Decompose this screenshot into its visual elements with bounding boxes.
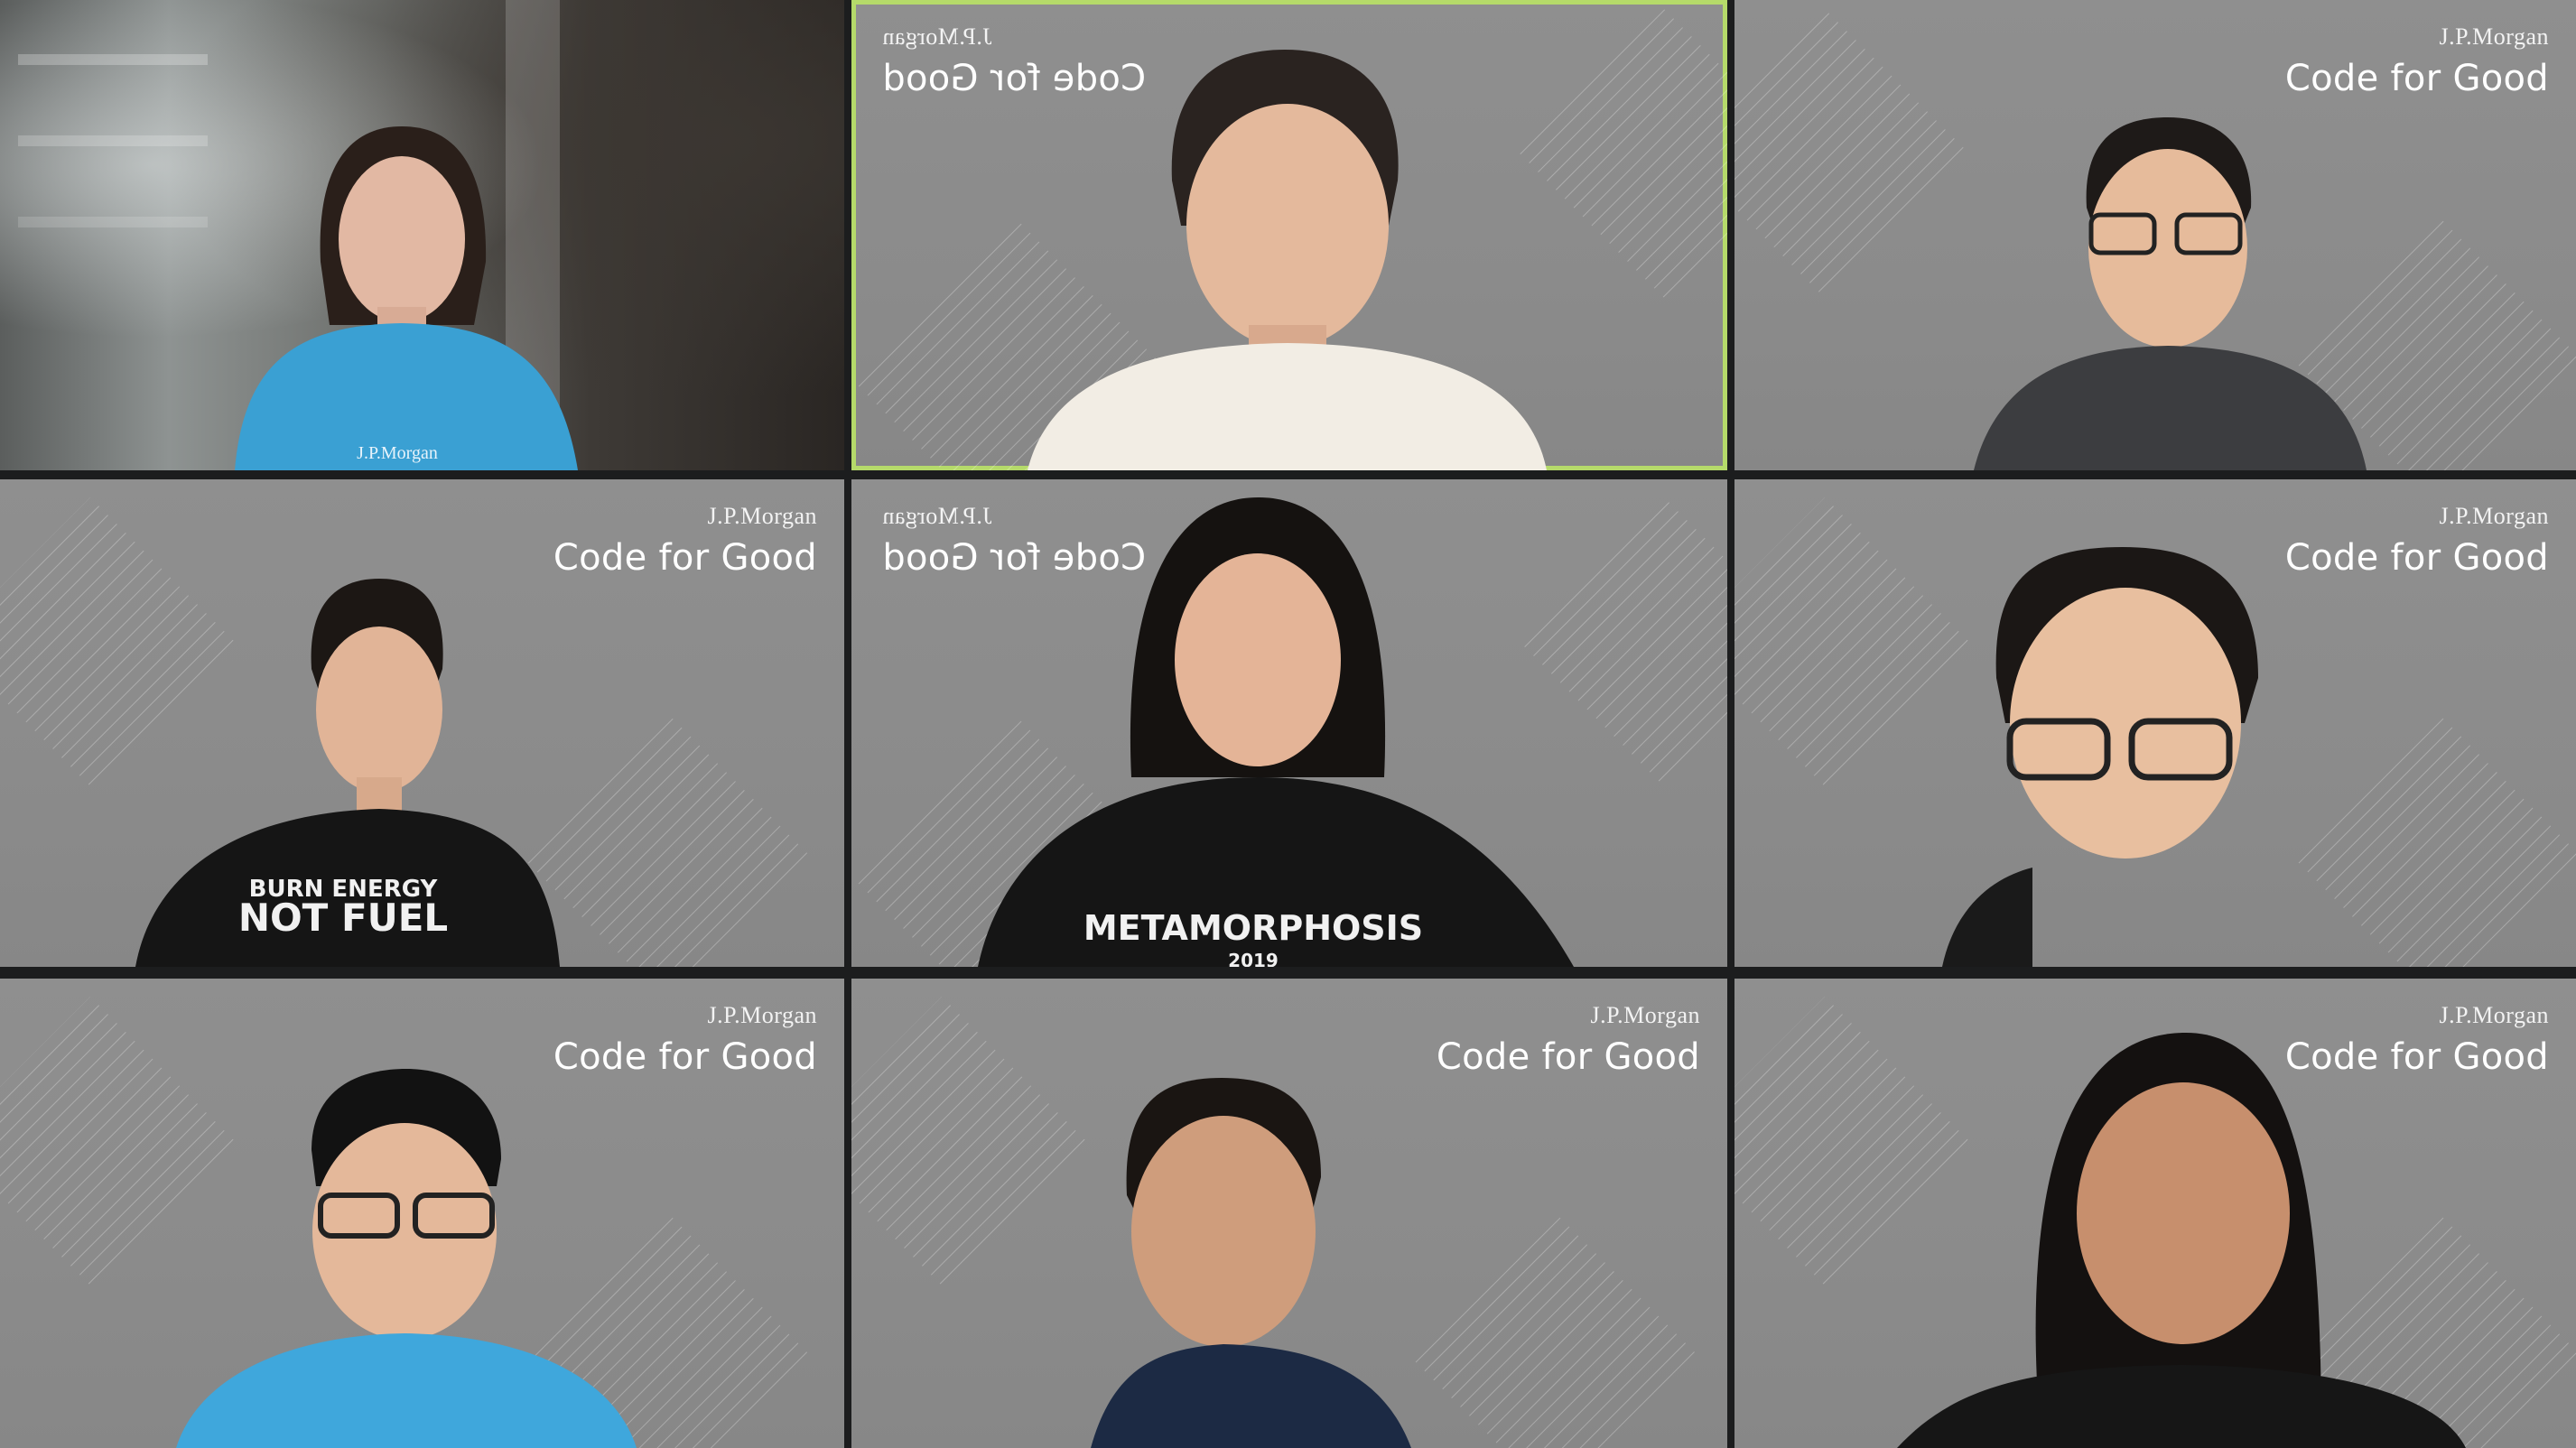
participant-video-3 bbox=[1974, 117, 2367, 470]
participant-video-7 bbox=[176, 1069, 637, 1448]
shirt-text-line2: 2019 bbox=[1228, 950, 1279, 967]
participant-video-1: J.P.Morgan bbox=[18, 0, 578, 470]
participant-video-5: METAMORPHOSIS 2019 bbox=[978, 497, 1574, 967]
participant-video-2 bbox=[1028, 50, 1547, 470]
participant-tile-8[interactable]: J.P.Morgan Code for Good bbox=[851, 979, 1727, 1448]
participant-tile-4[interactable]: J.P.Morgan Code for Good BURN ENERGY NOT… bbox=[0, 479, 844, 967]
participant-tile-3[interactable]: J.P.Morgan Code for Good bbox=[1734, 0, 2576, 470]
participant-video-4: BURN ENERGY NOT FUEL bbox=[135, 579, 560, 967]
participant-tile-2[interactable]: J.P.Morgan Code for Good bbox=[851, 0, 1727, 470]
participant-video-6 bbox=[1942, 547, 2258, 967]
shirt-logo-text: J.P.Morgan bbox=[357, 443, 438, 463]
participant-tile-7[interactable]: J.P.Morgan Code for Good bbox=[0, 979, 844, 1448]
participant-tile-1[interactable]: J.P.Morgan bbox=[0, 0, 844, 470]
shirt-text-line2: NOT FUEL bbox=[238, 896, 448, 940]
participant-video-8 bbox=[1091, 1078, 1411, 1448]
participant-video-9 bbox=[1897, 1033, 2466, 1448]
participant-tile-9[interactable]: J.P.Morgan Code for Good bbox=[1734, 979, 2576, 1448]
participant-tile-6[interactable]: J.P.Morgan Code for Good bbox=[1734, 479, 2576, 967]
shirt-text-line1: METAMORPHOSIS bbox=[1083, 908, 1423, 948]
participant-tile-5[interactable]: J.P.Morgan Code for Good METAMORPHOSIS 2… bbox=[851, 479, 1727, 967]
